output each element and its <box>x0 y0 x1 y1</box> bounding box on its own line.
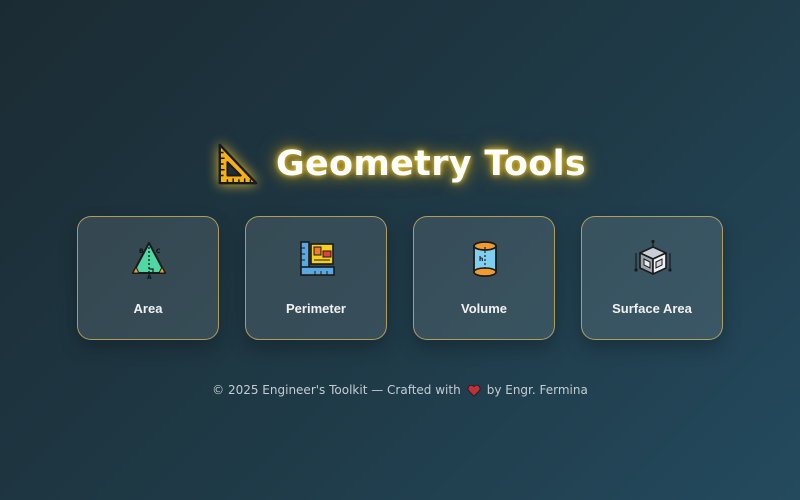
area-label: Area <box>133 301 163 316</box>
volume-label: Volume <box>461 301 507 316</box>
triangle-ruler-icon <box>218 143 258 185</box>
svg-text:h: h <box>479 256 483 263</box>
svg-text:B: B <box>139 248 144 255</box>
surface-area-label: Surface Area <box>612 301 692 316</box>
tool-cards: B C A Area Perimeter h Volume Surface Ar… <box>0 216 800 342</box>
footer: © 2025 Engineer's Toolkit — Crafted with… <box>0 380 800 400</box>
svg-text:A: A <box>147 274 152 279</box>
footer-text-before: © 2025 Engineer's Toolkit — Crafted with <box>212 383 461 397</box>
perimeter-card[interactable]: Perimeter <box>245 216 387 340</box>
blueprint-ruler-icon <box>300 241 335 276</box>
cylinder-icon: h <box>473 241 497 277</box>
app-header: Geometry Tools <box>0 136 800 192</box>
svg-text:C: C <box>156 248 161 255</box>
perimeter-label: Perimeter <box>286 301 346 316</box>
volume-card[interactable]: h Volume <box>413 216 555 340</box>
page-title: Geometry Tools <box>275 144 587 184</box>
triangle-area-icon: B C A <box>132 242 166 279</box>
footer-text-after: by Engr. Fermina <box>486 383 588 397</box>
area-card[interactable]: B C A Area <box>77 216 219 340</box>
heart-icon <box>467 384 481 397</box>
surface-area-card[interactable]: Surface Area <box>581 216 723 340</box>
cube-dimensions-icon <box>634 239 672 275</box>
